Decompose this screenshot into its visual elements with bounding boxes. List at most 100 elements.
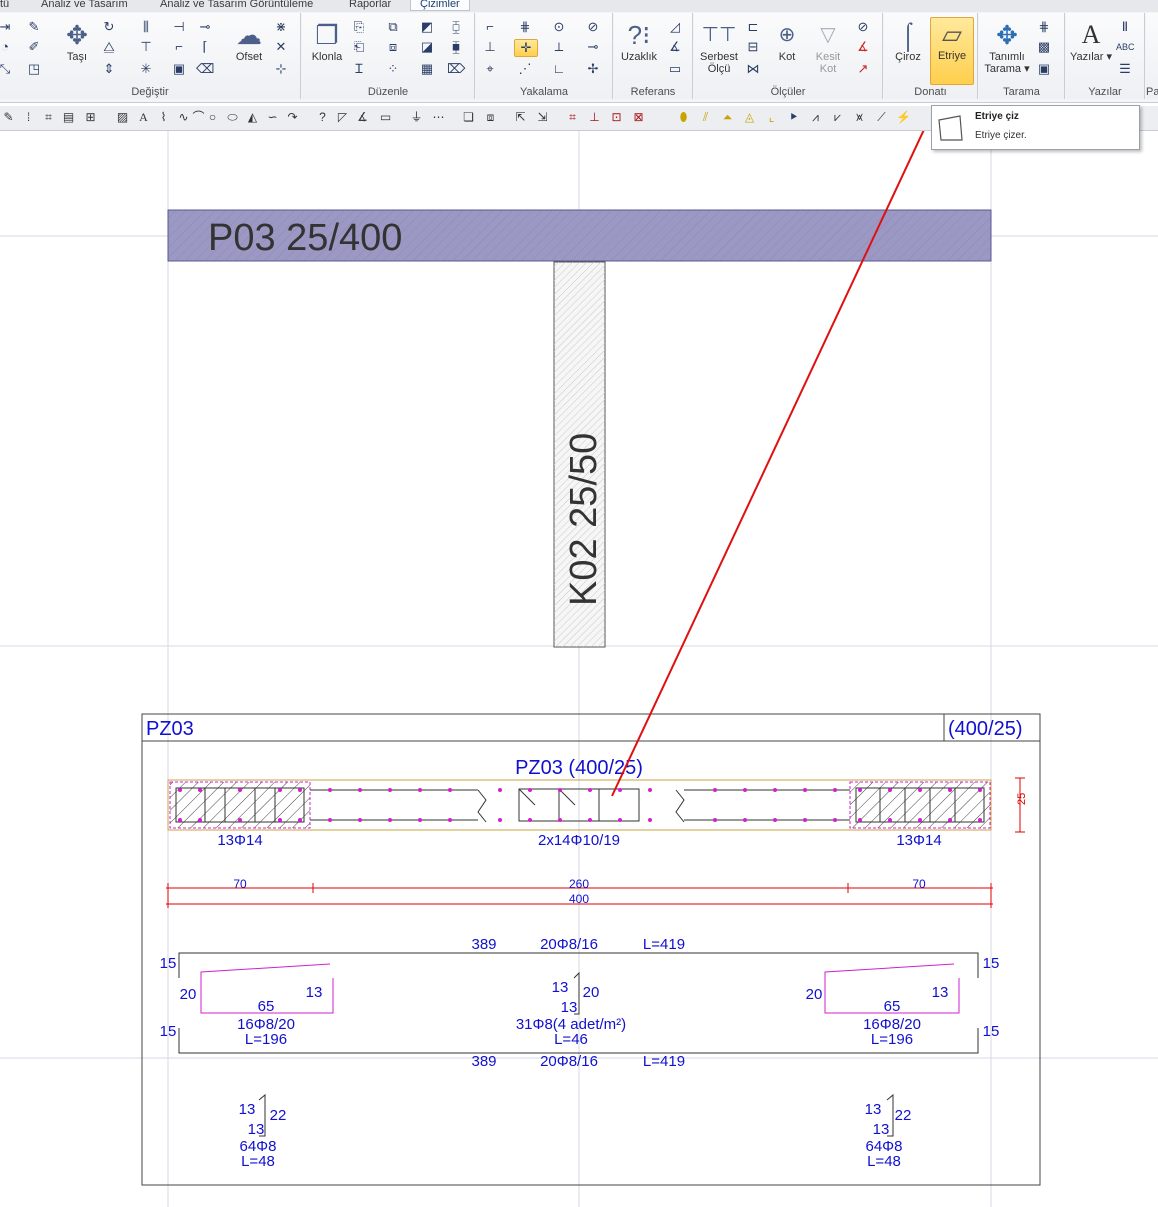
snap-nearest-icon[interactable]: ⋰ xyxy=(516,61,534,77)
layout-tool-icon[interactable]: ⧈ xyxy=(482,109,499,126)
yazilar-button[interactable]: A Yazılar ▾ xyxy=(1068,19,1114,63)
pencil-tool-icon[interactable]: ✎ xyxy=(0,109,17,126)
klonla-button[interactable]: ❐ Klonla xyxy=(309,19,345,63)
extend-icon[interactable]: ⊣ xyxy=(170,19,188,35)
angle-icon[interactable]: ∡ xyxy=(666,39,684,55)
angle-tool-icon[interactable]: ∡ xyxy=(354,109,371,126)
drawing-canvas[interactable]: P03 25/400 K02 25/50 PZ03 (400/25) PZ03 … xyxy=(0,131,1158,1207)
order-icon[interactable]: ⧯ xyxy=(447,39,465,55)
arrange-icon[interactable]: ⧮ xyxy=(447,19,465,35)
corner-tool-icon[interactable]: ⌞ xyxy=(763,109,780,126)
image-tool-icon[interactable]: ▨ xyxy=(114,109,131,126)
scale-icon[interactable]: ⤡ xyxy=(0,61,14,77)
etriye-button[interactable]: ▱ Etriye xyxy=(930,17,974,85)
area-icon[interactable]: ◿ xyxy=(666,19,684,35)
section-view[interactable]: 13Φ14 2x14Φ10/19 13Φ14 25 xyxy=(167,777,1028,849)
eraser-icon[interactable]: ⌫ xyxy=(196,61,214,77)
stretch-icon[interactable]: ⇕ xyxy=(100,61,118,77)
query-tool-icon[interactable]: ? xyxy=(314,109,331,126)
copy-icon[interactable]: ⎘ xyxy=(350,19,368,35)
ciroz-button[interactable]: ⌠ Çiroz xyxy=(888,19,928,63)
snap-corner-icon[interactable]: ∟ xyxy=(550,61,568,77)
tab-analiz-tasarim[interactable]: Analiz ve Tasarım xyxy=(41,0,128,10)
dots-tool-icon[interactable]: ⋯ xyxy=(430,109,447,126)
mirror-icon[interactable]: ⧋ xyxy=(100,39,118,55)
lightning-tool-icon[interactable]: ⚡ xyxy=(895,109,912,126)
snap-line-icon[interactable]: ⊸ xyxy=(584,39,602,55)
ofset-button[interactable]: ☁ Ofset xyxy=(229,19,269,63)
snap-tangent-icon[interactable]: ⊘ xyxy=(584,19,602,35)
slope-tool-icon[interactable]: ⟋ xyxy=(873,109,890,126)
level-tool-icon[interactable]: ⏚ xyxy=(408,109,425,126)
hatch-tool-icon[interactable]: ◭ xyxy=(244,109,261,126)
sun-tool-icon[interactable]: ⬮ xyxy=(675,109,692,126)
xy-tool-icon[interactable]: ⌗ xyxy=(564,109,581,126)
redo-tool-icon[interactable]: ↷ xyxy=(284,109,301,126)
serbest-olcu-button[interactable]: ⊤⊤ Serbest Ölçü xyxy=(696,19,742,75)
rotate-icon[interactable]: ↻ xyxy=(100,19,118,35)
tasi-button[interactable]: ✥ Taşı xyxy=(57,19,97,63)
tab-analiz-tasarim-goruntuleme[interactable]: Analiz ve Tasarım Görüntüleme xyxy=(160,0,313,10)
split-icon[interactable]: ⋇ xyxy=(272,19,290,35)
graph2-tool-icon[interactable]: ⩗ xyxy=(829,109,846,126)
hatch-solid-icon[interactable]: ▩ xyxy=(1035,39,1053,55)
column-k02[interactable]: K02 25/50 xyxy=(553,261,606,648)
abc-dim-icon[interactable]: ↗ xyxy=(854,61,872,77)
table-tool-icon[interactable]: ⊞ xyxy=(82,109,99,126)
text-style-icon[interactable]: Ⅱ xyxy=(1116,19,1134,35)
move-tool-icon[interactable]: ⇥ xyxy=(0,19,14,35)
trim-icon[interactable]: ⊤ xyxy=(137,39,155,55)
dim-aligned-icon[interactable]: ⋈ xyxy=(744,61,762,77)
layer-icon[interactable]: ⧈ xyxy=(384,39,402,55)
text-tool-icon[interactable]: A xyxy=(135,109,152,126)
scale-tool-icon[interactable]: ⇲ xyxy=(534,109,551,126)
mark-tool-icon[interactable]: ⊠ xyxy=(630,109,647,126)
axis-tool-icon[interactable]: ⊥ xyxy=(586,109,603,126)
cloud-tool-icon[interactable]: ⬭ xyxy=(224,109,241,126)
tab-tu[interactable]: tü xyxy=(0,0,9,10)
snap-end-icon[interactable]: ⌐ xyxy=(481,19,499,35)
chamfer-icon[interactable]: ⌈ xyxy=(196,39,214,55)
window-tool-icon[interactable]: ❏ xyxy=(460,109,477,126)
send-back-icon[interactable]: ◪ xyxy=(418,39,436,55)
beam-p03[interactable]: P03 25/400 xyxy=(167,209,992,262)
rotate-small-icon[interactable]: ◔ xyxy=(0,39,14,55)
leader-icon[interactable]: ⊘ xyxy=(854,19,872,35)
measure-icon[interactable]: ▭ xyxy=(666,61,684,77)
roof-tool-icon[interactable]: ⏶ xyxy=(719,109,736,126)
chart-tool-icon[interactable]: ◸ xyxy=(334,109,351,126)
snap-center-icon[interactable]: ⊙ xyxy=(550,19,568,35)
move-up-tool-icon[interactable]: ⇱ xyxy=(512,109,529,126)
snap-perp-icon[interactable]: ⟂ xyxy=(550,39,568,55)
label-tool-icon[interactable]: ⊡ xyxy=(608,109,625,126)
paste-icon[interactable]: ⎗ xyxy=(350,39,368,55)
graph3-tool-icon[interactable]: ⩙ xyxy=(851,109,868,126)
snap-intersection-icon[interactable]: ✛ xyxy=(514,39,538,57)
uzaklik-button[interactable]: ?⁝ Uzaklık xyxy=(617,19,661,63)
snap-cross-icon[interactable]: ✢ xyxy=(584,61,602,77)
polyline-tool-icon[interactable]: ⌇ xyxy=(155,109,172,126)
frame-tool-icon[interactable]: ⌗ xyxy=(40,109,57,126)
eraser-red-icon[interactable]: ⌦ xyxy=(447,61,465,77)
fillet-icon[interactable]: ⌐ xyxy=(170,39,188,55)
rectangle-icon[interactable]: ▣ xyxy=(170,61,188,77)
align-icon[interactable]: ⫼ xyxy=(137,19,155,35)
text-box-icon[interactable]: ☰ xyxy=(1116,61,1134,77)
snap-mid-icon[interactable]: ⊥ xyxy=(481,39,499,55)
tag-tool-icon[interactable]: ⯈ xyxy=(785,109,802,126)
hatch-border-icon[interactable]: ▣ xyxy=(1035,61,1053,77)
stair-tool-icon[interactable]: ⫽ xyxy=(697,109,714,126)
section-tool-icon[interactable]: ◬ xyxy=(741,109,758,126)
dim-vertical-icon[interactable]: ⊟ xyxy=(744,39,762,55)
circle-tool-icon[interactable]: ○ xyxy=(204,109,221,126)
box-tool-icon[interactable]: ▤ xyxy=(60,109,77,126)
tab-raporlar[interactable]: Raporlar xyxy=(349,0,391,10)
tab-cizimler[interactable]: Çizimler xyxy=(410,0,470,11)
kot-button[interactable]: ⊕ Kot xyxy=(770,19,804,63)
dash-tool-icon[interactable]: ⁞ xyxy=(20,109,37,126)
column-icon[interactable]: Ɪ xyxy=(350,61,368,77)
join-icon[interactable]: ⊹ xyxy=(272,61,290,77)
grid-dots-icon[interactable]: ⁘ xyxy=(384,61,402,77)
pencil-icon[interactable]: ✎ xyxy=(25,19,43,35)
cross-icon[interactable]: ✕ xyxy=(272,39,290,55)
